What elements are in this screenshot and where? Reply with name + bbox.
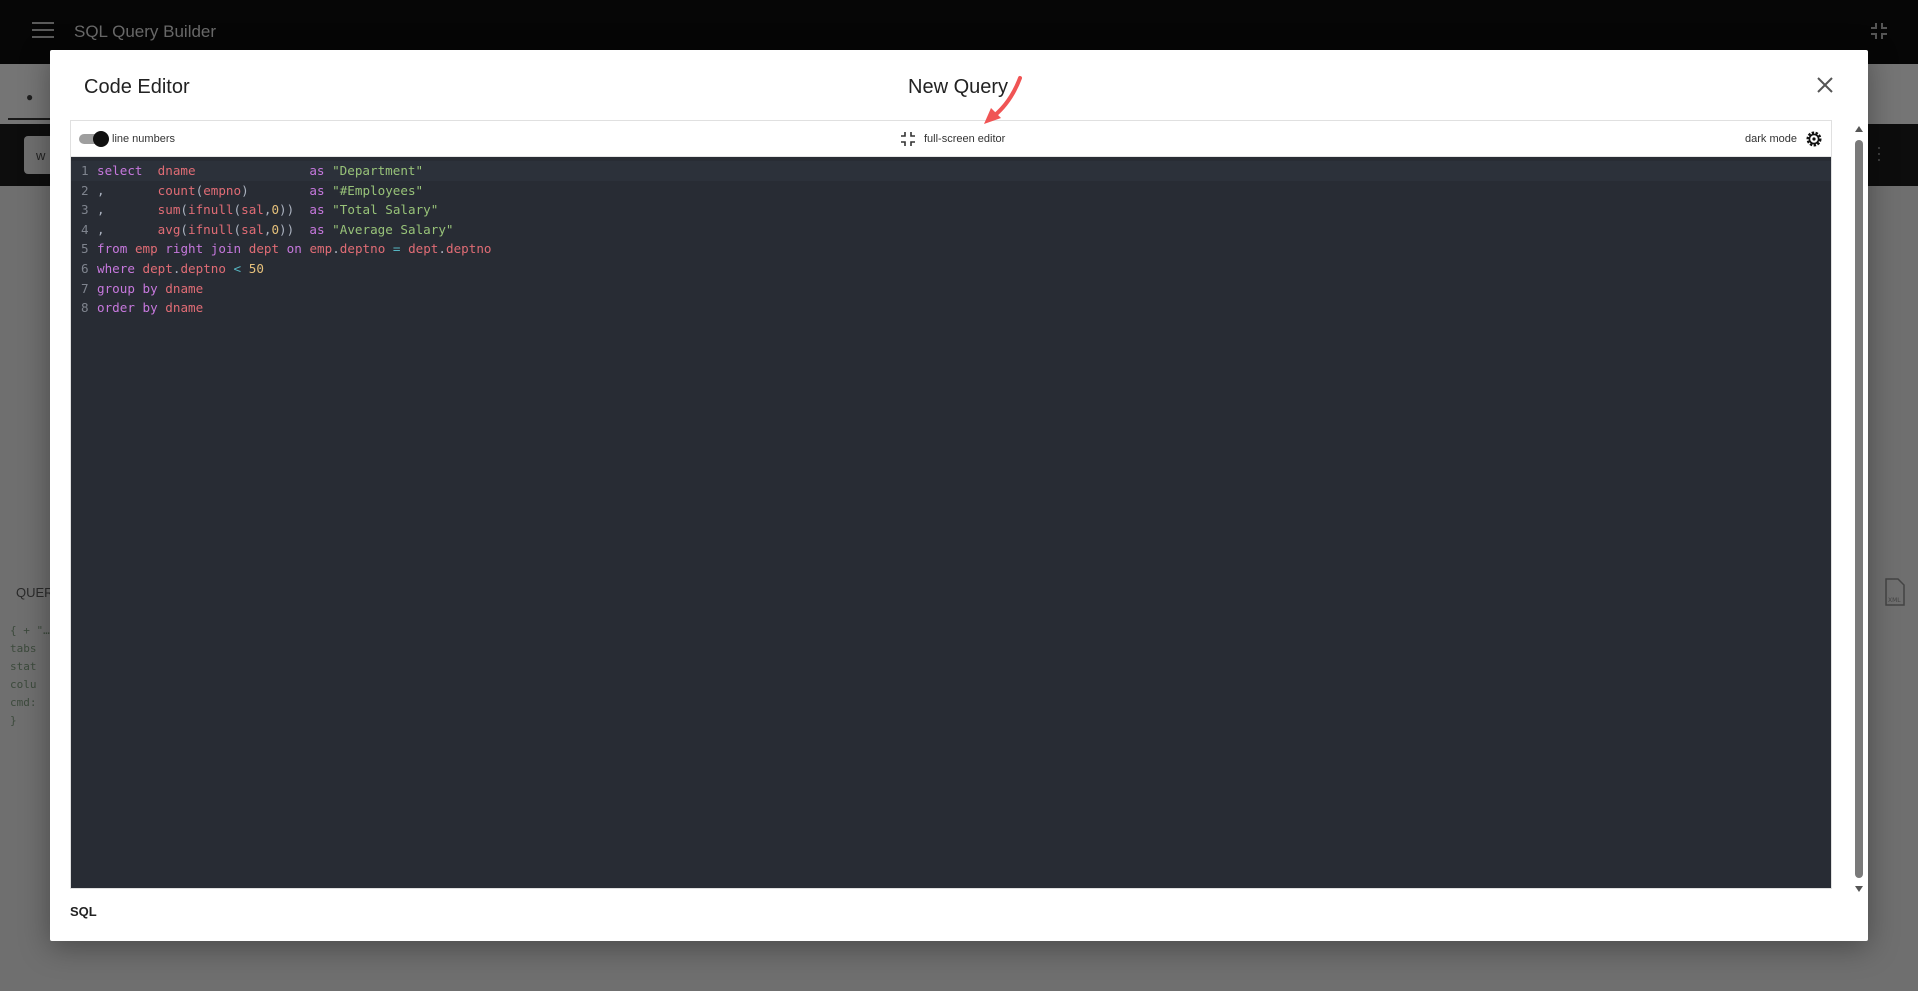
code-line: 1 select dname as "Department" bbox=[71, 161, 1831, 181]
scroll-down-arrow-icon[interactable] bbox=[1854, 884, 1864, 894]
dialog-title: Code Editor bbox=[84, 76, 190, 98]
code-line: 2, count(empno) as "#Employees" bbox=[81, 182, 424, 198]
code-line: 6 where dept.deptno < 50 bbox=[81, 260, 264, 276]
user-icon: ● bbox=[26, 90, 34, 104]
code-line-text: from emp right join dept on emp.deptno =… bbox=[97, 241, 492, 257]
code-line-text: group by dname bbox=[97, 280, 204, 296]
query-name: New Query bbox=[908, 76, 1009, 98]
code-line-text: where dept.deptno < 50 bbox=[97, 260, 264, 276]
scroll-thumb[interactable] bbox=[1855, 140, 1863, 878]
xml-file-icon[interactable]: XML bbox=[1884, 578, 1906, 606]
editor-toolbar: line numbers full-screen editor dark mod… bbox=[71, 121, 1831, 157]
code-area[interactable]: 1 select dname as "Department" 2, count(e… bbox=[71, 157, 1831, 888]
code-line: 5 from emp right join dept on emp.deptno … bbox=[81, 241, 492, 257]
code-line: 3, sum(ifnull(sal,0)) as "Total Salary" bbox=[81, 202, 439, 218]
full-screen-editor-button[interactable]: full-screen editor bbox=[900, 130, 1005, 148]
code-line-text: select dname as "Department" bbox=[97, 163, 424, 178]
kebab-menu-icon[interactable]: · · · bbox=[1876, 138, 1882, 168]
background-query-label: QUER bbox=[16, 585, 54, 600]
app-title: SQL Query Builder bbox=[74, 22, 217, 41]
background-json-preview: { + "… tabs stat colu cmd: } bbox=[10, 624, 50, 727]
scroll-up-arrow-icon[interactable] bbox=[1854, 124, 1864, 134]
dialog-scrollbar[interactable] bbox=[1854, 124, 1864, 894]
line-numbers-label: line numbers bbox=[112, 133, 175, 145]
exit-fullscreen-icon[interactable] bbox=[1870, 22, 1888, 40]
code-editor-dialog: Code Editor New Query line numbers full-… bbox=[50, 50, 1868, 941]
svg-text:XML: XML bbox=[1888, 597, 1901, 604]
full-screen-editor-label: full-screen editor bbox=[924, 133, 1006, 145]
close-icon[interactable] bbox=[1812, 72, 1838, 98]
menu-icon[interactable] bbox=[32, 22, 54, 40]
dark-mode-label[interactable]: dark mode bbox=[1745, 133, 1797, 145]
code-line: 4, avg(ifnull(sal,0)) as "Average Salary… bbox=[81, 221, 454, 237]
code-line: 8 order by dname bbox=[81, 300, 204, 316]
fullscreen-exit-icon bbox=[901, 132, 915, 146]
code-line-text: , avg(ifnull(sal,0)) as "Average Salary" bbox=[97, 221, 454, 237]
line-numbers-toggle[interactable] bbox=[79, 131, 109, 147]
code-line-text: order by dname bbox=[97, 300, 204, 316]
code-editor: line numbers full-screen editor dark mod… bbox=[70, 120, 1832, 889]
language-label: SQL bbox=[70, 904, 97, 919]
code-line-text: , sum(ifnull(sal,0)) as "Total Salary" bbox=[97, 202, 439, 218]
gear-icon[interactable] bbox=[1805, 130, 1823, 148]
code-line: 7 group by dname bbox=[81, 280, 204, 296]
code-line-text: , count(empno) as "#Employees" bbox=[97, 182, 424, 198]
